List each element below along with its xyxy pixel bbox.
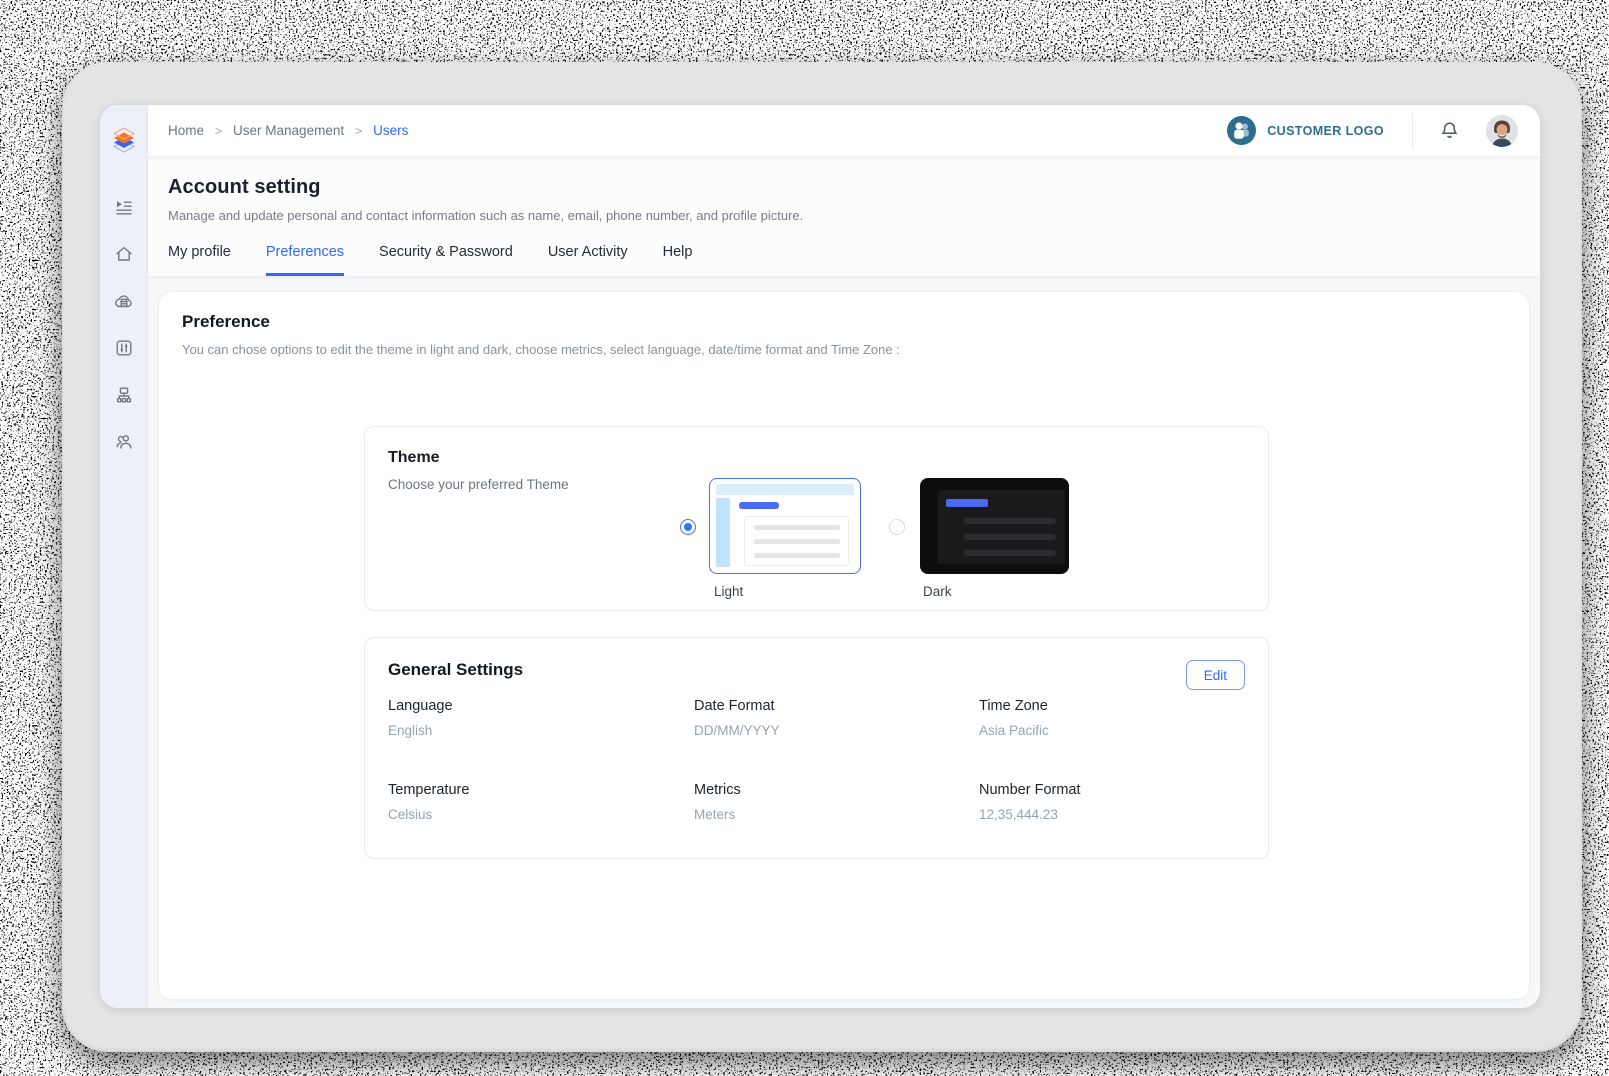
preview-accent-bar [946,499,988,507]
tab-preferences[interactable]: Preferences [265,244,345,276]
theme-light-radio[interactable] [680,519,696,535]
breadcrumb-user-management[interactable]: User Management [233,123,344,138]
preference-description: You can chose options to edit the theme … [182,342,900,357]
general-settings-row: Language English Date Format DD/MM/YYYY … [388,698,1245,738]
app-window: Home > User Management > Users CUSTOMER … [100,105,1540,1008]
preview-sidebar [716,498,730,567]
breadcrumb-users[interactable]: Users [373,123,408,138]
field-value: DD/MM/YYYY [694,723,780,738]
field-value: Meters [694,807,736,822]
user-avatar[interactable] [1486,114,1518,147]
preview-accent-bar [739,502,779,509]
theme-dark-preview[interactable] [920,478,1069,574]
preview-text-line [754,539,840,544]
app-logo-icon [112,127,135,153]
account-header: Account setting Manage and update person… [148,157,1540,276]
field-temperature: Temperature Celsius [388,782,694,822]
device-bezel: Home > User Management > Users CUSTOMER … [62,62,1582,1052]
customer-logo: CUSTOMER LOGO [1227,116,1384,145]
page-title: Account setting [168,176,321,198]
users-icon[interactable] [114,432,134,452]
theme-section: Theme Choose your preferred Theme Light … [364,426,1269,611]
preview-content-box [938,490,1065,564]
page-subtitle: Manage and update personal and contact i… [168,208,804,223]
field-value: 12,35,444.23 [979,807,1058,822]
preview-content-box [744,516,849,566]
preview-text-line [964,550,1056,556]
field-language: Language English [388,698,694,738]
main-area: Home > User Management > Users CUSTOMER … [148,105,1540,1008]
preview-text-line [964,518,1056,524]
topbar-right: CUSTOMER LOGO [1227,112,1518,149]
breadcrumb-separator: > [355,123,363,138]
preview-text-line [754,553,840,558]
topbar-divider [1412,112,1413,149]
customer-logo-label: CUSTOMER LOGO [1267,123,1384,138]
topbar: Home > User Management > Users CUSTOMER … [148,105,1540,157]
tab-security-password[interactable]: Security & Password [379,244,513,276]
field-date-format: Date Format DD/MM/YYYY [694,698,979,738]
customer-logo-icon [1227,116,1257,145]
tab-help[interactable]: Help [663,244,693,276]
theme-dark-radio[interactable] [889,519,905,535]
field-label: Number Format [979,782,1081,798]
preference-title: Preference [182,312,270,331]
field-value: Asia Pacific [979,723,1049,738]
theme-title: Theme [388,449,440,466]
field-label: Metrics [694,782,741,798]
general-settings-section: General Settings Edit Language English D… [364,637,1269,859]
field-time-zone: Time Zone Asia Pacific [979,698,1049,738]
content-area: Preference You can chose options to edit… [148,276,1540,1008]
field-label: Temperature [388,782,470,798]
notification-bell-icon[interactable] [1439,120,1460,142]
preference-card: Preference You can chose options to edit… [158,291,1530,1000]
theme-light-preview[interactable] [709,478,861,574]
field-label: Language [388,698,453,714]
field-label: Time Zone [979,698,1048,714]
tab-bar: My profile Preferences Security & Passwo… [168,244,1520,276]
preview-text-line [964,534,1056,540]
theme-dark-label: Dark [923,584,952,599]
theme-light-label: Light [714,584,744,599]
breadcrumb-separator: > [215,123,223,138]
sidebar-nav [114,197,134,452]
field-value: English [388,723,433,738]
collapse-menu-icon[interactable] [114,197,134,217]
cloud-database-icon[interactable] [114,291,134,311]
tab-my-profile[interactable]: My profile [168,244,231,276]
tab-user-activity[interactable]: User Activity [548,244,628,276]
general-settings-title: General Settings [388,660,524,679]
preferences-sliders-icon[interactable] [114,338,134,358]
org-chart-icon[interactable] [114,385,134,405]
preview-text-line [754,525,840,530]
field-label: Date Format [694,698,775,714]
field-value: Celsius [388,807,433,822]
general-settings-row: Temperature Celsius Metrics Meters Numbe… [388,782,1245,822]
breadcrumb-home[interactable]: Home [168,123,204,138]
breadcrumb: Home > User Management > Users [168,123,408,138]
home-icon[interactable] [114,244,134,264]
edit-button[interactable]: Edit [1185,660,1245,690]
sidebar [100,105,148,1008]
preview-topbar [716,484,854,495]
field-number-format: Number Format 12,35,444.23 [979,782,1081,822]
theme-subtitle: Choose your preferred Theme [388,477,569,492]
field-metrics: Metrics Meters [694,782,979,822]
screenshot-stage: Home > User Management > Users CUSTOMER … [0,0,1609,1076]
